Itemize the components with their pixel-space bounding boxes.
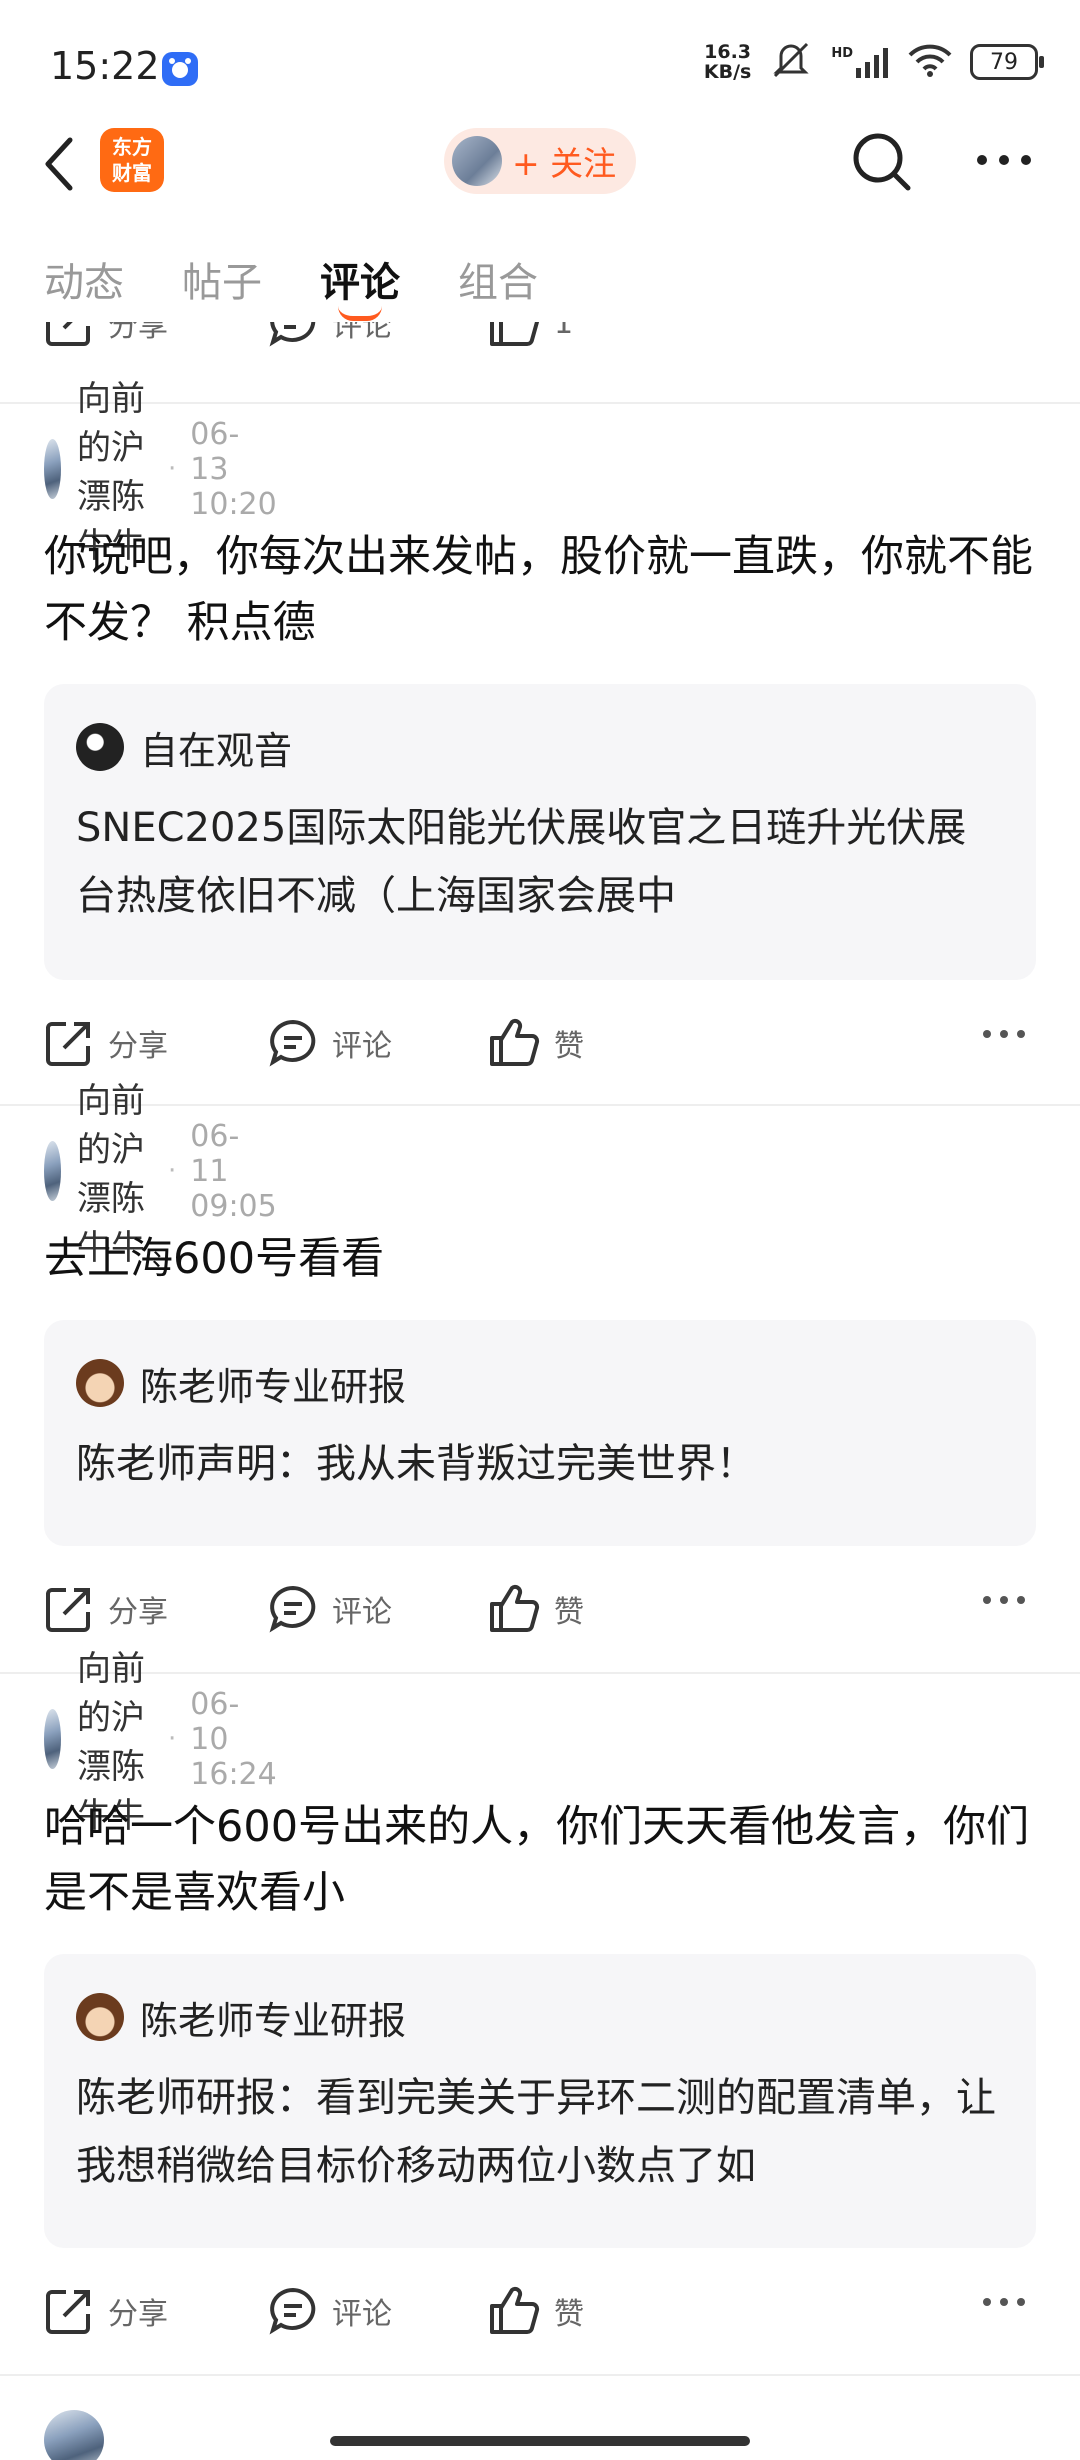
share-icon [46,1022,90,1066]
avatar [76,1359,124,1407]
post-more-button[interactable] [982,2294,1026,2313]
post-author-row[interactable]: 向前的沪漂陈牛牛 · 06-10 16:24 [44,1649,277,1836]
divider [0,1672,1080,1674]
action-bar: 分享 评论 赞 [44,2280,1036,2342]
mute-icon [769,40,813,84]
like-button[interactable]: 赞 [488,1578,584,1640]
follow-button[interactable]: + 关注 [444,128,636,194]
quoted-author: 陈老师专业研报 [140,1364,407,1409]
net-speed: 16.3 KB/s [703,41,752,83]
more-dots-icon [983,2298,1025,2306]
thumbs-up-icon [490,1584,540,1632]
tab-comments[interactable]: 评论 [320,250,400,308]
comment-icon [269,2287,316,2335]
action-bar: 分享 评论 1 [44,322,1036,354]
status-bar: 15:22 16.3 KB/s HD 79 [0,0,1080,130]
comment-button[interactable]: 评论 [268,1012,392,1074]
search-button[interactable] [850,130,914,198]
share-button[interactable]: 分享 [44,2280,168,2342]
post-author-row[interactable]: 向前的沪漂陈牛牛 · 06-13 10:20 [44,379,277,566]
like-button[interactable]: 1 [488,322,573,354]
thumbs-up-icon [490,1018,540,1066]
avatar [76,723,124,771]
app-logo: 东方财富 [100,128,164,192]
share-button[interactable]: 分享 [44,1012,168,1074]
post-timestamp: 06-13 10:20 [190,416,277,522]
share-button[interactable]: 分享 [44,322,168,354]
back-arrow-icon [45,137,73,191]
avatar [76,1993,124,2041]
share-icon [46,322,90,346]
divider [0,2374,1080,2376]
divider [0,402,1080,404]
quoted-post[interactable]: 陈老师专业研报 陈老师研报：看到完美关于异环二测的配置清单，让我想稍微给目标价移… [44,1954,1036,2248]
post-more-button[interactable] [982,1026,1026,1045]
comment-button[interactable]: 评论 [268,2280,392,2342]
share-button[interactable]: 分享 [44,1578,168,1640]
battery-indicator: 79 [970,44,1044,80]
post-author-row[interactable]: 向前的沪漂陈牛牛 · 06-11 09:05 [44,1081,277,1268]
more-dots-icon [983,1596,1025,1604]
search-icon [853,133,911,191]
share-icon [46,1588,90,1632]
avatar[interactable] [44,1141,61,1201]
avatar[interactable] [44,1709,61,1769]
baidu-app-icon [160,50,200,88]
quoted-post[interactable]: 自在观音 SNEC2025国际太阳能光伏展收官之日琏升光伏展台热度依旧不减（上海… [44,684,1036,980]
quoted-text: SNEC2025国际太阳能光伏展收官之日琏升光伏展台热度依旧不减（上海国家会展中 [76,805,967,919]
wifi-icon [908,43,952,81]
back-button[interactable] [40,136,80,196]
quoted-author: 陈老师专业研报 [140,1998,407,2043]
home-indicator[interactable] [330,2436,750,2446]
divider [0,1104,1080,1106]
more-dots-icon [983,1030,1025,1038]
post-timestamp: 06-11 09:05 [190,1118,277,1224]
thumbs-up-icon [490,2286,540,2334]
action-bar: 分享 评论 赞 [44,1012,1036,1074]
comment-button[interactable]: 评论 [268,1578,392,1640]
status-icons: 16.3 KB/s HD 79 [703,40,1044,84]
avatar[interactable] [44,439,61,499]
comment-icon [269,1019,316,1067]
more-menu-button[interactable] [976,150,1032,174]
comment-icon [269,1585,316,1633]
active-tab-indicator [338,306,382,321]
post-timestamp: 06-10 16:24 [190,1686,277,1792]
quoted-text: 陈老师声明：我从未背叛过完美世界！ [76,1441,756,1487]
tab-dynamic[interactable]: 动态 [44,250,124,308]
follow-label: + 关注 [512,144,617,183]
profile-avatar [452,136,502,186]
tab-posts[interactable]: 帖子 [182,250,262,308]
post-more-button[interactable] [982,1592,1026,1611]
post-more-button[interactable] [982,322,1026,325]
quoted-post[interactable]: 陈老师专业研报 陈老师声明：我从未背叛过完美世界！ [44,1320,1036,1546]
quoted-author: 自在观音 [140,728,293,773]
post-text[interactable]: 去上海600号看看 [44,1226,1044,1292]
tab-portfolio[interactable]: 组合 [458,250,538,308]
post-text[interactable]: 哈哈一个600号出来的人，你们天天看他发言，你们是不是喜欢看小 [44,1794,1044,1926]
avatar [44,2410,104,2460]
status-time: 15:22 [50,44,160,88]
comment-button[interactable]: 评论 [268,322,392,354]
like-button[interactable]: 赞 [488,2280,584,2342]
post-text[interactable]: 你说吧，你每次出来发帖，股价就一直跌，你就不能不发？ 积点德 [44,524,1044,656]
partial-action-row: 分享 评论 1 [0,322,1080,368]
action-bar: 分享 评论 赞 [44,1578,1036,1640]
more-dots-icon [977,155,1031,165]
next-post-peek [44,2410,104,2460]
thumbs-up-icon [490,322,540,346]
share-icon [46,2290,90,2334]
quoted-text: 陈老师研报：看到完美关于异环二测的配置清单，让我想稍微给目标价移动两位小数点了如 [76,2075,996,2189]
comment-icon [269,322,316,347]
signal-icon: HD [831,46,890,78]
like-button[interactable]: 赞 [488,1012,584,1074]
